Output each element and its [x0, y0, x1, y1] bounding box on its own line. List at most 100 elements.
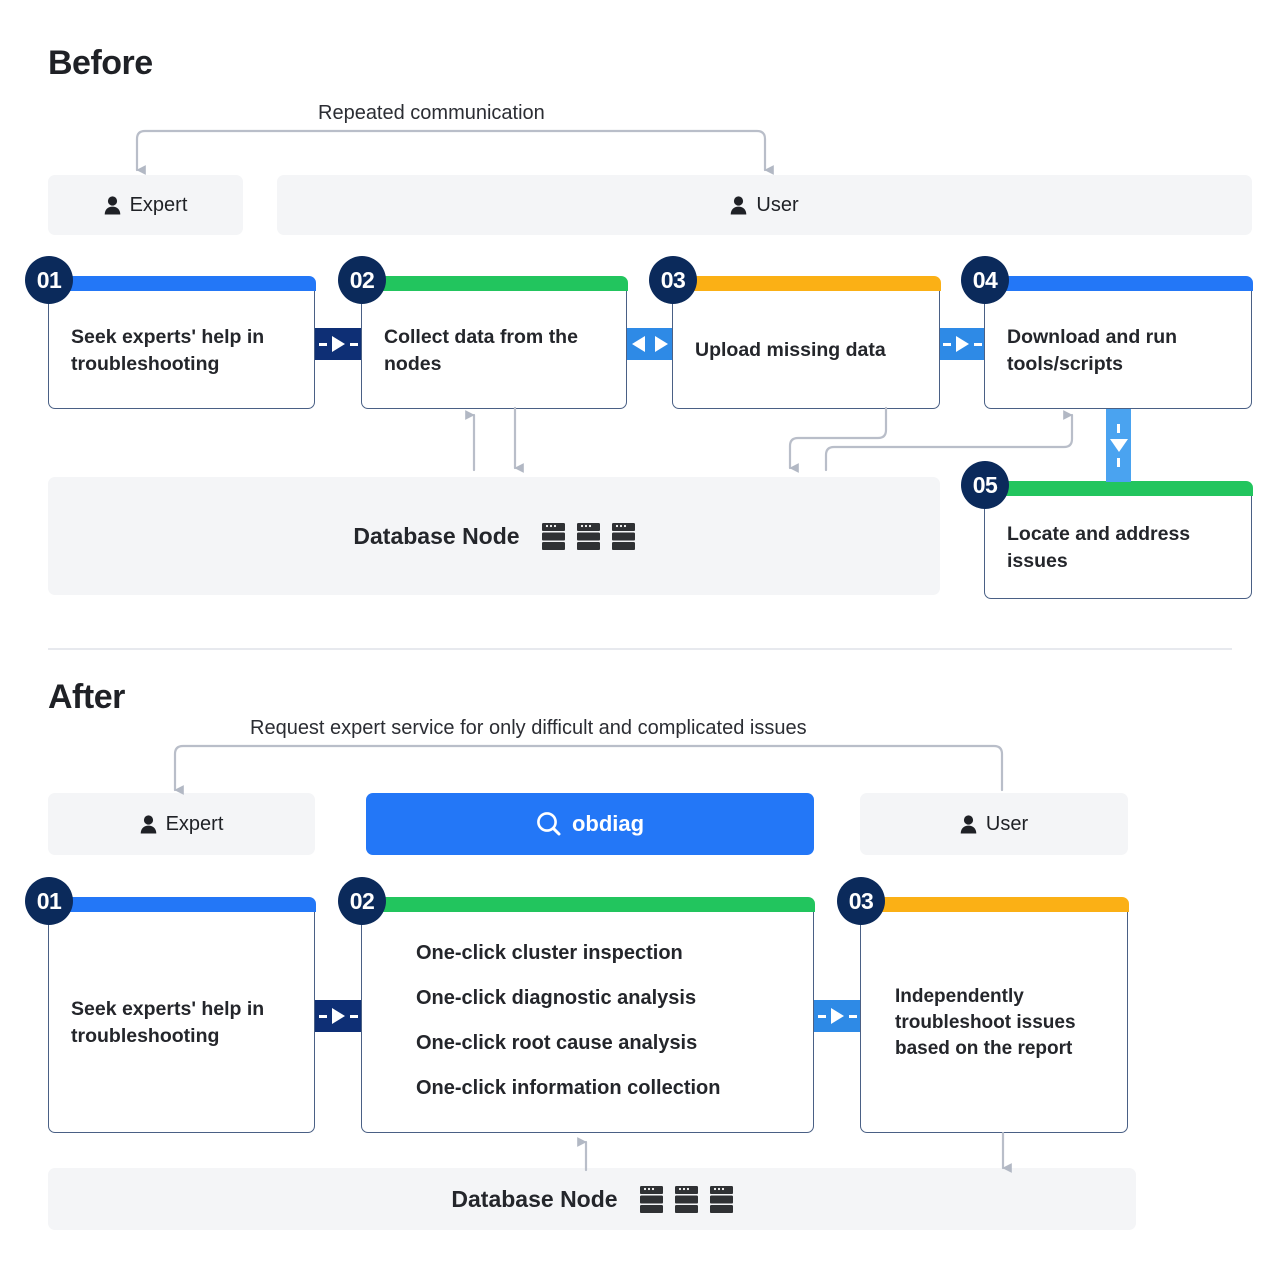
role-chip-user-before[interactable]: User	[277, 175, 1252, 235]
server-rack-icon	[639, 1185, 663, 1213]
card-accent-bar	[671, 276, 941, 292]
arrow-left-icon	[631, 336, 645, 352]
feature-list: One-click cluster inspection One-click d…	[416, 942, 721, 1100]
step-card-before-05[interactable]: 05 Locate and address issues	[961, 461, 1253, 599]
card-accent-bar	[360, 276, 628, 292]
line-db-to-card04	[824, 410, 1074, 472]
person-icon	[960, 814, 977, 833]
card-body: Upload missing data	[673, 293, 939, 408]
arrow-right-icon	[331, 1008, 345, 1024]
section-divider	[48, 648, 1232, 650]
person-icon	[731, 195, 747, 214]
card-body: Independently troubleshoot issues based …	[861, 914, 1127, 1132]
person-icon	[140, 814, 156, 833]
database-node-label: Database Node	[353, 522, 520, 549]
connector-after-01-02	[315, 1000, 361, 1032]
card-accent-bar	[47, 897, 316, 913]
card-body: Locate and address issues	[985, 498, 1251, 598]
step-badge: 03	[837, 877, 885, 925]
database-node-label: Database Node	[451, 1185, 618, 1212]
card-text: Collect data from the nodes	[384, 325, 578, 375]
step-card-before-02[interactable]: 02 Collect data from the nodes	[338, 256, 628, 409]
arrow-right-icon	[654, 336, 668, 352]
card-text: Locate and address issues	[1007, 523, 1191, 572]
card-body: Collect data from the nodes	[362, 293, 626, 408]
after-flow-bracket	[173, 744, 1004, 795]
card-accent-bar	[47, 276, 316, 292]
role-chip-user-after[interactable]: User	[860, 793, 1128, 855]
before-flow-bracket	[135, 129, 774, 175]
step-card-before-04[interactable]: 04 Download and run tools/scripts	[961, 256, 1253, 409]
feature-item: One-click information collection	[416, 1077, 721, 1099]
card-body: One-click cluster inspection One-click d…	[362, 914, 813, 1132]
card-text: Seek experts' help in troubleshooting	[71, 325, 265, 375]
step-card-before-03[interactable]: 03 Upload missing data	[649, 256, 941, 409]
database-node-after: Database Node	[48, 1168, 1136, 1230]
card-accent-bar	[859, 897, 1129, 913]
section-title-after: After	[48, 678, 125, 716]
server-rack-icons	[639, 1185, 733, 1213]
step-card-after-02[interactable]: 02 One-click cluster inspection One-clic…	[338, 877, 815, 1133]
role-label: User	[756, 193, 799, 216]
role-label: Expert	[165, 812, 224, 835]
step-badge: 03	[649, 256, 697, 304]
step-badge: 02	[338, 256, 386, 304]
step-badge: 01	[25, 256, 73, 304]
step-card-after-03[interactable]: 03 Independently troubleshoot issues bas…	[837, 877, 1129, 1133]
server-rack-icon	[541, 522, 565, 550]
step-card-after-01[interactable]: 01 Seek experts' help in troubleshooting	[25, 877, 316, 1133]
card-body: Seek experts' help in troubleshooting	[49, 293, 314, 408]
connector-before-03-04	[940, 328, 984, 360]
dash-segment	[349, 1014, 358, 1018]
arrow-right-icon	[830, 1008, 844, 1024]
brand-chip-obdiag[interactable]: obdiag	[366, 793, 814, 855]
dash-segment	[973, 342, 982, 346]
dash-segment	[1117, 458, 1120, 467]
server-rack-icon	[611, 522, 635, 550]
dash-segment	[848, 1014, 857, 1018]
card-accent-bar	[983, 276, 1253, 292]
feature-item: One-click cluster inspection	[416, 942, 683, 964]
role-chip-expert-before[interactable]: Expert	[48, 175, 243, 235]
feature-item: One-click root cause analysis	[416, 1032, 698, 1054]
step-badge: 02	[338, 877, 386, 925]
role-label: Expert	[129, 193, 188, 216]
arrow-down-icon	[1109, 439, 1128, 452]
role-label: User	[985, 812, 1029, 835]
connector-after-02-03	[814, 1000, 860, 1032]
dash-segment	[318, 342, 327, 346]
connector-before-04-05	[1106, 409, 1131, 482]
before-flow-label: Repeated communication	[318, 102, 545, 124]
dash-segment	[1117, 424, 1120, 433]
person-icon	[104, 195, 120, 214]
arrow-right-icon	[331, 336, 345, 352]
arrow-right-icon	[955, 336, 969, 352]
brand-label: obdiag	[571, 811, 645, 836]
dash-segment	[942, 342, 951, 346]
card-text: Upload missing data	[695, 339, 886, 362]
card-text: Independently troubleshoot issues based …	[895, 985, 1076, 1060]
after-flow-label: Request expert service for only difficul…	[250, 717, 807, 739]
feature-item: One-click diagnostic analysis	[416, 987, 697, 1009]
card-accent-bar	[360, 897, 815, 913]
server-rack-icon	[576, 522, 600, 550]
card-body: Download and run tools/scripts	[985, 293, 1251, 408]
card-text: Seek experts' help in troubleshooting	[71, 998, 265, 1047]
step-badge: 05	[961, 461, 1009, 509]
database-node-before: Database Node	[48, 477, 940, 595]
card-accent-bar	[983, 481, 1253, 497]
dash-segment	[318, 1014, 327, 1018]
step-badge: 01	[25, 877, 73, 925]
connector-before-02-03	[627, 328, 672, 360]
dash-segment	[817, 1014, 826, 1018]
card-body: Seek experts' help in troubleshooting	[49, 914, 314, 1132]
card-text: Download and run tools/scripts	[1007, 325, 1178, 375]
magnifier-icon	[537, 812, 561, 836]
section-title-before: Before	[48, 44, 153, 82]
server-rack-icons	[541, 522, 635, 550]
server-rack-icon	[709, 1185, 733, 1213]
role-chip-expert-after[interactable]: Expert	[48, 793, 315, 855]
step-card-before-01[interactable]: 01 Seek experts' help in troubleshooting	[25, 256, 316, 409]
connector-before-01-02	[315, 328, 361, 360]
step-badge: 04	[961, 256, 1009, 304]
